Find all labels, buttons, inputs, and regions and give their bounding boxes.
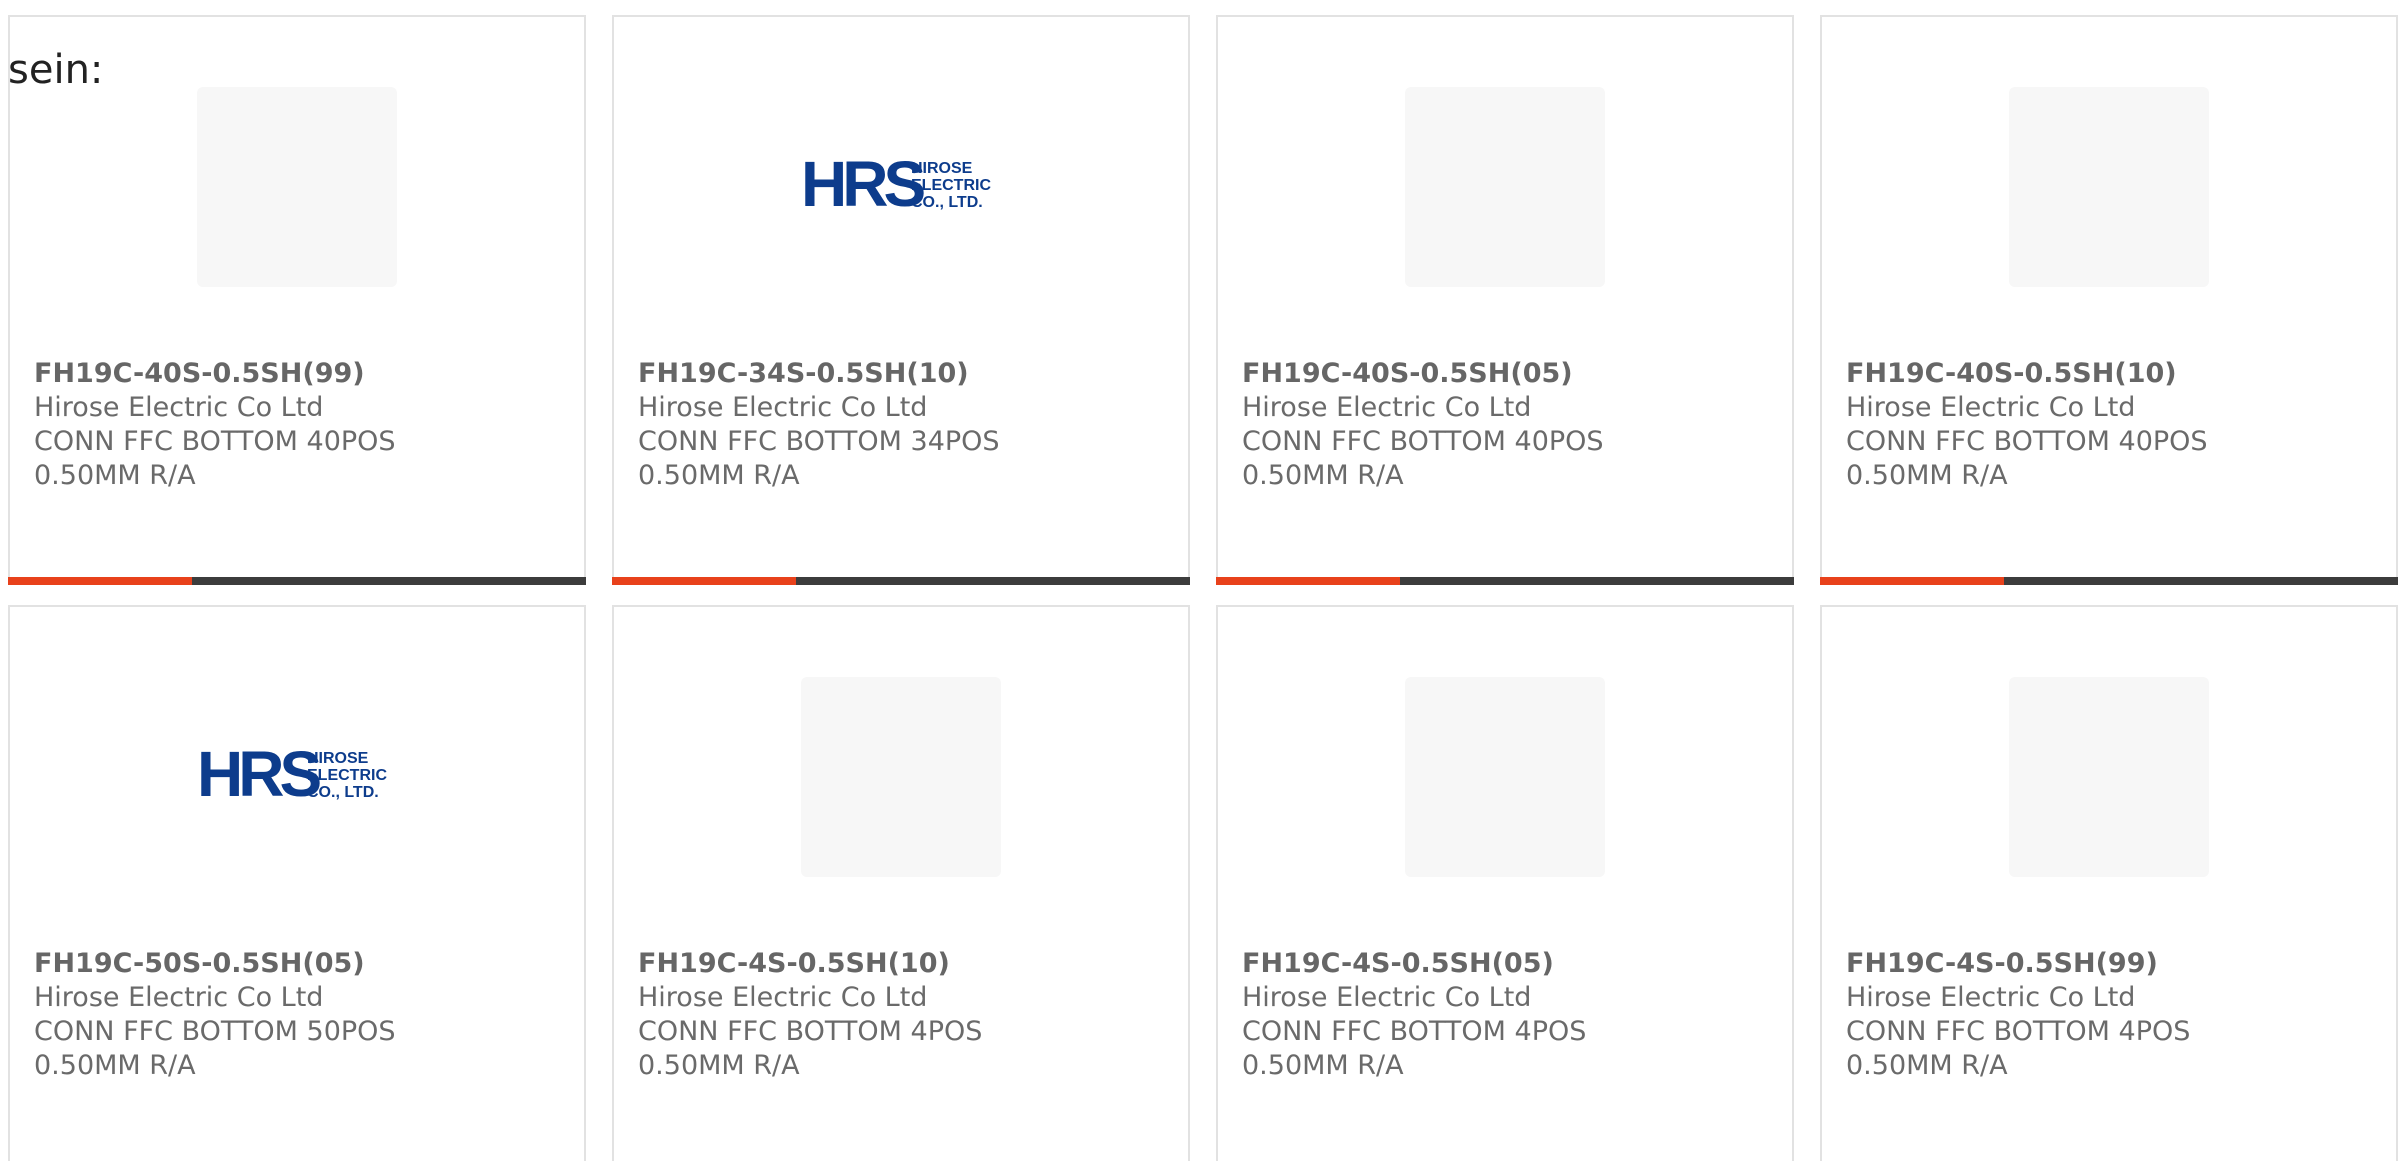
svg-text:CO., LTD.: CO., LTD. (911, 194, 983, 211)
product-image[interactable] (2009, 677, 2209, 877)
card-accent-bar (1216, 577, 1794, 585)
manufacturer: Hirose Electric Co Ltd (34, 982, 324, 1013)
manufacturer: Hirose Electric Co Ltd (1846, 982, 2136, 1013)
intro-text: sein: (8, 47, 104, 93)
product-card[interactable]: HRS HIROSE ELECTRIC CO., LTD. FH19C-34S-… (612, 15, 1190, 585)
product-info: FH19C-4S-0.5SH(10) Hirose Electric Co Lt… (638, 947, 982, 1083)
description-line-1: CONN FFC BOTTOM 4POS (1242, 1016, 1587, 1047)
svg-text:HRS: HRS (197, 738, 320, 810)
product-image[interactable] (801, 677, 1001, 877)
part-number-link[interactable]: FH19C-40S-0.5SH(10) (1846, 357, 2208, 391)
part-number-link[interactable]: FH19C-50S-0.5SH(05) (34, 947, 396, 981)
part-number-link[interactable]: FH19C-40S-0.5SH(05) (1242, 357, 1604, 391)
manufacturer: Hirose Electric Co Ltd (34, 392, 324, 423)
description-line-1: CONN FFC BOTTOM 40POS (34, 426, 396, 457)
card-accent-bar (8, 577, 586, 585)
description-line-1: CONN FFC BOTTOM 34POS (638, 426, 1000, 457)
product-info: FH19C-40S-0.5SH(05) Hirose Electric Co L… (1242, 357, 1604, 493)
description-line-2: 0.50MM R/A (34, 460, 196, 491)
part-number-link[interactable]: FH19C-4S-0.5SH(10) (638, 947, 982, 981)
product-image[interactable]: HRS HIROSE ELECTRIC CO., LTD. (801, 87, 1001, 287)
product-info: FH19C-4S-0.5SH(99) Hirose Electric Co Lt… (1846, 947, 2190, 1083)
product-info: FH19C-4S-0.5SH(05) Hirose Electric Co Lt… (1242, 947, 1586, 1083)
svg-text:HIROSE: HIROSE (911, 160, 973, 177)
description-line-2: 0.50MM R/A (638, 460, 800, 491)
product-card[interactable]: FH19C-40S-0.5SH(99) Hirose Electric Co L… (8, 15, 586, 585)
description-line-2: 0.50MM R/A (1846, 460, 2008, 491)
description-line-1: CONN FFC BOTTOM 4POS (638, 1016, 983, 1047)
part-number-link[interactable]: FH19C-4S-0.5SH(99) (1846, 947, 2190, 981)
product-info: FH19C-34S-0.5SH(10) Hirose Electric Co L… (638, 357, 1000, 493)
product-image[interactable]: HRS HIROSE ELECTRIC CO., LTD. (197, 677, 397, 877)
description-line-1: CONN FFC BOTTOM 40POS (1846, 426, 2208, 457)
product-image[interactable] (197, 87, 397, 287)
product-card[interactable]: FH19C-4S-0.5SH(05) Hirose Electric Co Lt… (1216, 605, 1794, 1161)
product-card[interactable]: FH19C-4S-0.5SH(10) Hirose Electric Co Lt… (612, 605, 1190, 1161)
svg-text:HIROSE: HIROSE (307, 750, 369, 767)
description-line-1: CONN FFC BOTTOM 4POS (1846, 1016, 2191, 1047)
manufacturer: Hirose Electric Co Ltd (638, 392, 928, 423)
product-image[interactable] (2009, 87, 2209, 287)
svg-text:CO., LTD.: CO., LTD. (307, 784, 379, 801)
card-accent-bar (612, 577, 1190, 585)
product-grid-page: sein: FH19C-40S-0.5SH(99) Hirose Electri… (0, 0, 2400, 1161)
product-info: FH19C-40S-0.5SH(99) Hirose Electric Co L… (34, 357, 396, 493)
hrs-logo-icon: HRS HIROSE ELECTRIC CO., LTD. (801, 148, 991, 220)
manufacturer: Hirose Electric Co Ltd (1242, 392, 1532, 423)
product-info: FH19C-40S-0.5SH(10) Hirose Electric Co L… (1846, 357, 2208, 493)
hrs-logo-icon: HRS HIROSE ELECTRIC CO., LTD. (197, 738, 387, 810)
manufacturer: Hirose Electric Co Ltd (638, 982, 928, 1013)
product-card[interactable]: FH19C-4S-0.5SH(99) Hirose Electric Co Lt… (1820, 605, 2398, 1161)
product-image[interactable] (1405, 677, 1605, 877)
part-number-link[interactable]: FH19C-34S-0.5SH(10) (638, 357, 1000, 391)
description-line-1: CONN FFC BOTTOM 40POS (1242, 426, 1604, 457)
manufacturer: Hirose Electric Co Ltd (1242, 982, 1532, 1013)
description-line-2: 0.50MM R/A (638, 1050, 800, 1081)
description-line-2: 0.50MM R/A (1846, 1050, 2008, 1081)
description-line-2: 0.50MM R/A (1242, 460, 1404, 491)
part-number-link[interactable]: FH19C-40S-0.5SH(99) (34, 357, 396, 391)
svg-text:ELECTRIC: ELECTRIC (307, 767, 387, 784)
description-line-1: CONN FFC BOTTOM 50POS (34, 1016, 396, 1047)
part-number-link[interactable]: FH19C-4S-0.5SH(05) (1242, 947, 1586, 981)
product-card[interactable]: FH19C-40S-0.5SH(05) Hirose Electric Co L… (1216, 15, 1794, 585)
product-card[interactable]: HRS HIROSE ELECTRIC CO., LTD. FH19C-50S-… (8, 605, 586, 1161)
card-accent-bar (1820, 577, 2398, 585)
svg-text:ELECTRIC: ELECTRIC (911, 177, 991, 194)
product-info: FH19C-50S-0.5SH(05) Hirose Electric Co L… (34, 947, 396, 1083)
product-card[interactable]: FH19C-40S-0.5SH(10) Hirose Electric Co L… (1820, 15, 2398, 585)
description-line-2: 0.50MM R/A (1242, 1050, 1404, 1081)
svg-text:HRS: HRS (801, 148, 924, 220)
description-line-2: 0.50MM R/A (34, 1050, 196, 1081)
product-image[interactable] (1405, 87, 1605, 287)
manufacturer: Hirose Electric Co Ltd (1846, 392, 2136, 423)
